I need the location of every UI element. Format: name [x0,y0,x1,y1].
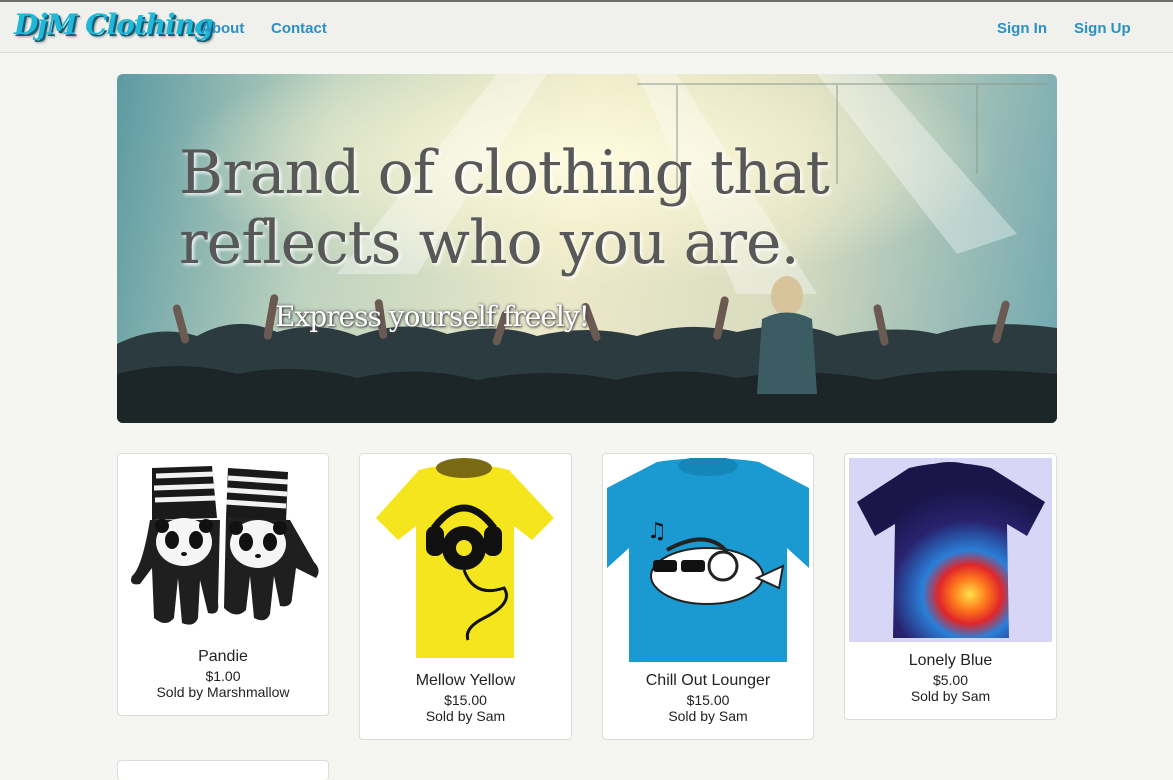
sign-in-link[interactable]: Sign In [997,20,1047,37]
brand-logo[interactable]: DjM Clothing [14,8,214,41]
product-name[interactable]: Pandie [118,648,328,666]
product-name[interactable]: Mellow Yellow [360,672,571,690]
product-card[interactable]: Pandie $1.00 Sold by Marshmallow [117,453,329,716]
product-name[interactable]: Chill Out Lounger [603,672,813,690]
product-card[interactable] [117,760,329,780]
product-seller: Sold by Sam [425,708,506,724]
hero-subtitle: Express yourself freely! [275,300,590,333]
hero-title: Brand of clothing that reflects who you … [179,138,830,278]
hero-banner: Brand of clothing that reflects who you … [117,74,1057,423]
product-price: $1.00 [205,668,241,684]
product-card[interactable]: Mellow Yellow $15.00 Sold by Sam [359,453,572,740]
product-price: $15.00 [686,692,730,708]
sign-up-link[interactable]: Sign Up [1074,20,1131,37]
product-price: $15.00 [444,692,487,708]
product-seller: Sold by Sam [910,688,991,704]
tie-dye-shirt-icon [849,458,1052,642]
product-card[interactable]: ♫ Chill Out Lounger $15.00 Sold by Sam [602,453,814,740]
navbar: DjM Clothing About Contact Sign In Sign … [0,0,1173,53]
blue-shirt-icon: ♫ [607,458,809,662]
svg-text:♫: ♫ [647,519,667,544]
product-price: $5.00 [932,672,969,688]
panda-gloves-icon [122,458,324,638]
nav-link-contact[interactable]: Contact [271,20,327,37]
product-name[interactable]: Lonely Blue [845,652,1056,670]
yellow-shirt-icon [364,458,567,662]
product-card[interactable]: Lonely Blue $5.00 Sold by Sam [844,453,1057,720]
product-seller: Sold by Sam [668,708,748,724]
nav-link-about[interactable]: About [201,20,244,37]
product-seller: Sold by Marshmallow [156,684,290,700]
